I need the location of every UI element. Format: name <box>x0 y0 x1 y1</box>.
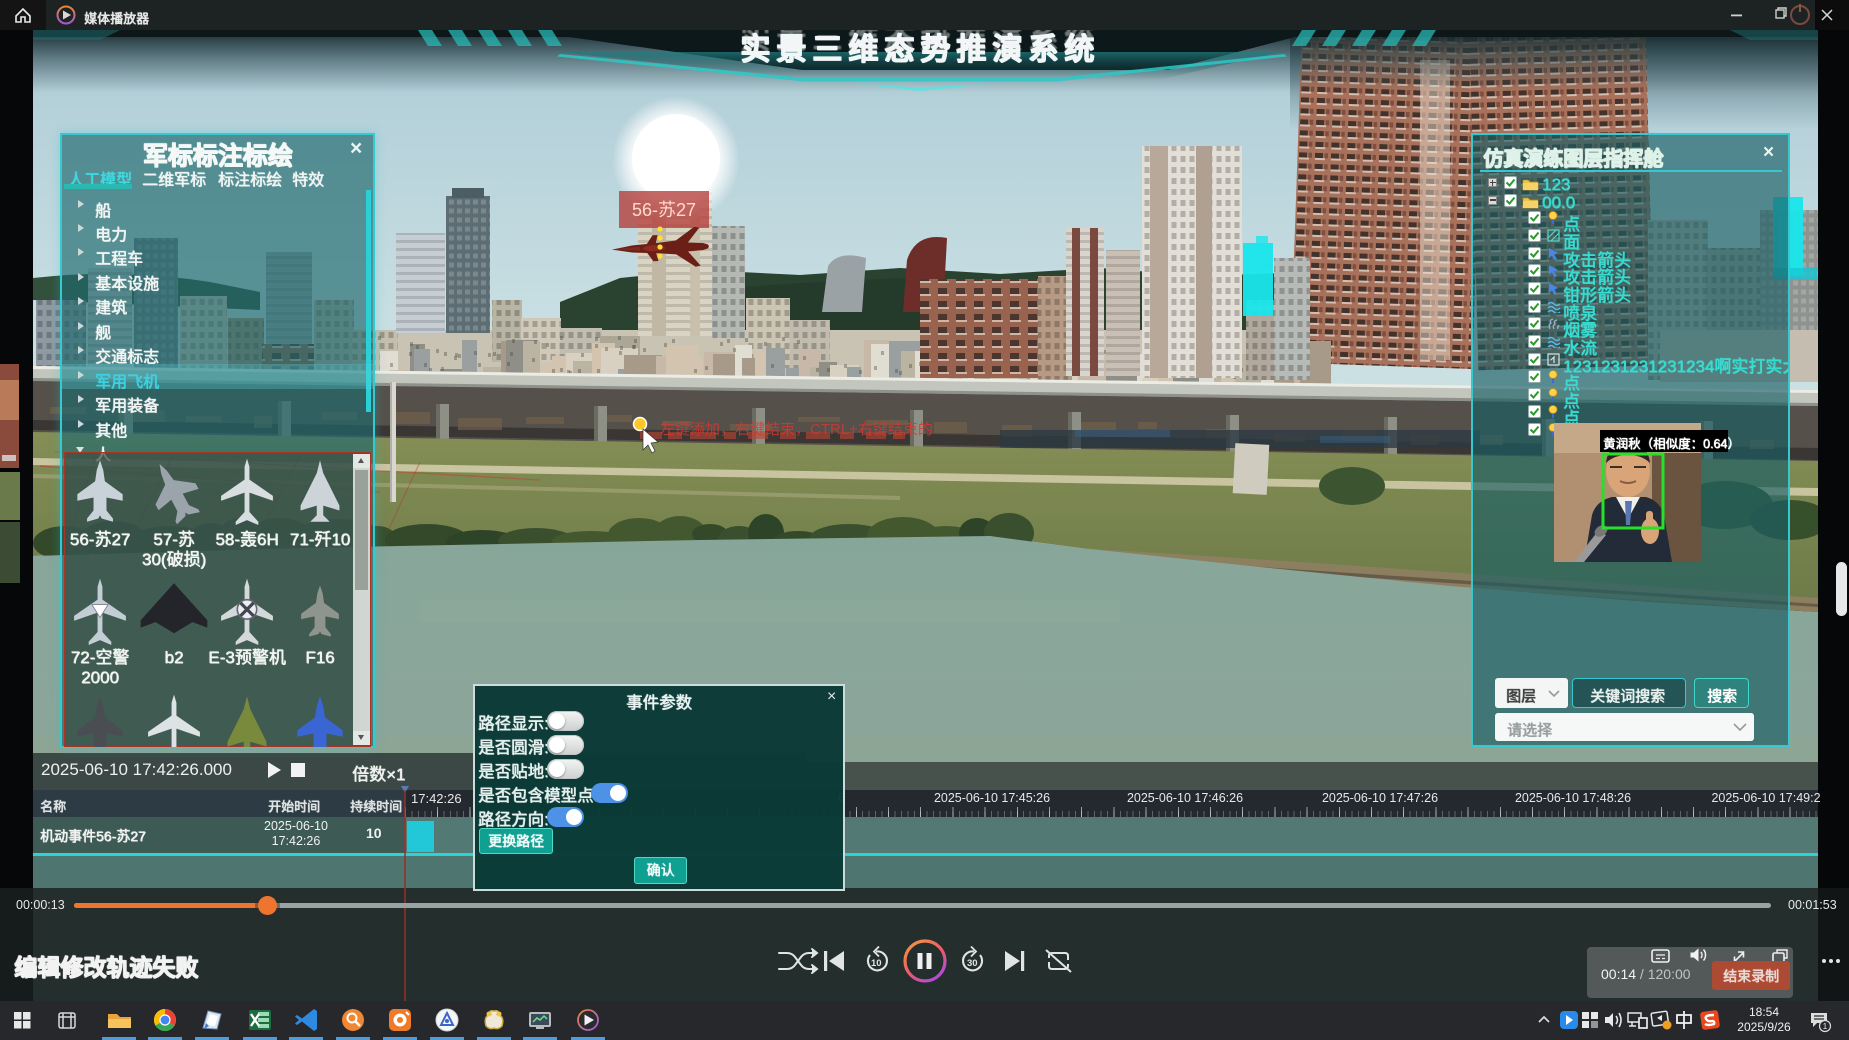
svg-text:左键添加，右键结束，CTRL+右键结束的: 左键添加，右键结束，CTRL+右键结束的 <box>660 421 933 438</box>
svg-text:1: 1 <box>1823 1022 1828 1031</box>
svg-text:56-苏27: 56-苏27 <box>632 200 696 220</box>
